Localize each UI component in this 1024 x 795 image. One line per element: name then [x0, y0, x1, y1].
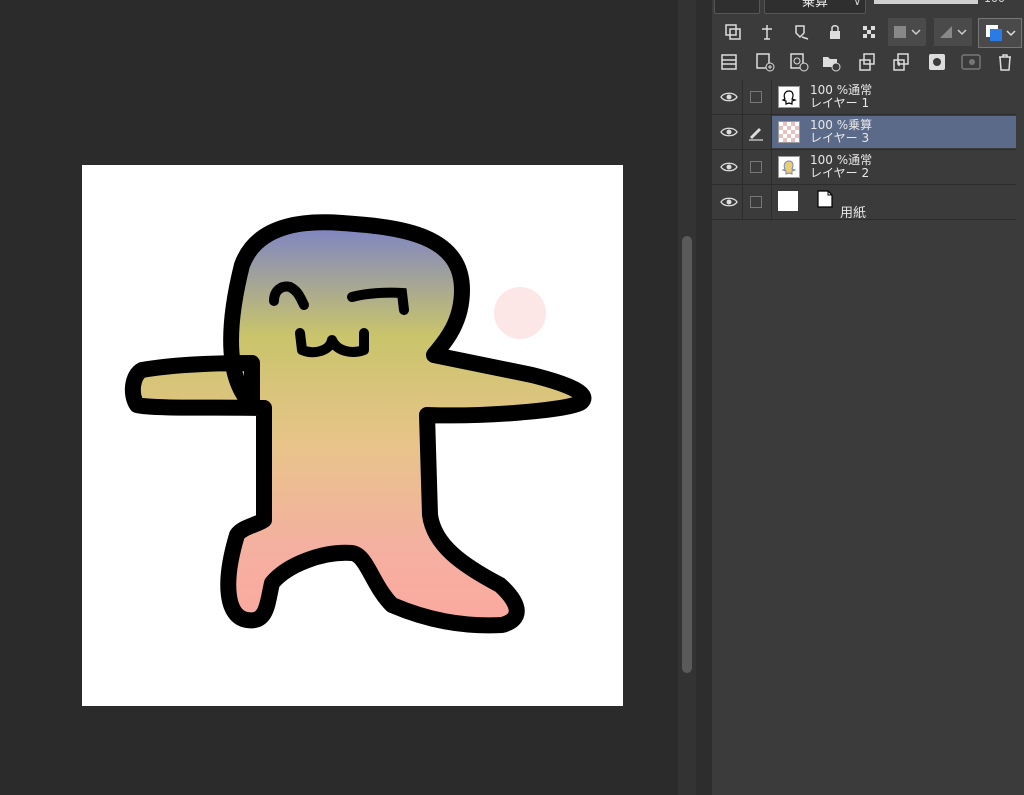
layer-blend: 乗算	[848, 118, 873, 132]
new-raster-layer-icon[interactable]	[750, 48, 780, 76]
layer-checkbox[interactable]	[750, 161, 762, 173]
layer-name: レイヤー 2	[810, 166, 870, 180]
opacity-slider[interactable]	[874, 0, 978, 4]
layer-opacity: 100 %	[810, 118, 849, 132]
layer-thumbnail	[778, 156, 800, 178]
opacity-value[interactable]: 100	[984, 0, 1005, 5]
layer-thumbnail	[778, 191, 798, 211]
layer-info[interactable]: 100 %通常 レイヤー 2	[772, 151, 1016, 183]
layer-checkbox[interactable]	[750, 196, 762, 208]
layer-row[interactable]: 100 %乗算 レイヤー 3	[712, 115, 1016, 150]
draft-layer-icon[interactable]	[786, 18, 816, 46]
layer-opacity-blend: 100 %通常	[810, 153, 872, 167]
layer-thumbnail	[778, 86, 800, 108]
divider	[742, 185, 743, 219]
layer-opacity-blend: 100 %通常	[810, 83, 872, 97]
lock-icon[interactable]	[820, 18, 850, 46]
layer-thumbnail	[778, 121, 800, 143]
layer-toolbar-1	[712, 18, 1024, 48]
divider	[742, 115, 743, 149]
transfer-down-icon[interactable]	[852, 48, 882, 76]
eye-icon[interactable]	[716, 115, 742, 149]
drawing-canvas[interactable]	[82, 165, 623, 706]
layer-row[interactable]: 100 %通常 レイヤー 2	[712, 150, 1016, 185]
layer-row[interactable]: 100 %通常 レイヤー 1	[712, 80, 1016, 115]
eye-icon[interactable]	[716, 185, 742, 219]
layer-name: レイヤー 1	[810, 96, 870, 110]
layer-name: レイヤー 3	[810, 131, 870, 145]
layer-toolbar-2	[712, 48, 1024, 76]
layer-opacity-blend: 100 %乗算	[810, 118, 872, 132]
paper-layer-row[interactable]: 用紙	[712, 185, 1016, 221]
delete-layer-icon[interactable]	[990, 48, 1020, 76]
canvas-workspace[interactable]	[0, 0, 678, 795]
blend-mode-dropdown[interactable]: 乗算 ∨	[764, 0, 866, 14]
character-body	[124, 214, 592, 634]
layer-panel: 乗算 ∨ 100 %通常 レイヤー 1 100 %乗算 レイヤー 3 100 %…	[712, 0, 1024, 795]
mask-icon[interactable]	[888, 18, 926, 46]
blend-mode-label: 乗算	[801, 0, 828, 10]
scrollbar-thumb[interactable]	[682, 236, 692, 673]
pen-icon	[746, 122, 766, 142]
lock-transparency-icon[interactable]	[854, 18, 884, 46]
layer-name: 用紙	[840, 206, 867, 221]
apply-mask-icon[interactable]	[956, 48, 986, 76]
paper-icon	[816, 189, 834, 209]
reference-layer-icon[interactable]	[752, 18, 782, 46]
chevron-down-icon: ∨	[853, 0, 861, 8]
new-vector-layer-icon[interactable]	[784, 48, 814, 76]
layer-color-dropdown[interactable]	[714, 0, 760, 14]
layer-mask-icon[interactable]	[922, 48, 952, 76]
panel-divider	[696, 0, 712, 795]
copy-layer-icon[interactable]	[718, 18, 748, 46]
character-drawing	[124, 214, 592, 634]
eye-icon[interactable]	[716, 150, 742, 184]
pink-blob	[494, 287, 546, 339]
layer-blend: 通常	[848, 153, 873, 167]
divider	[742, 150, 743, 184]
ruler-icon[interactable]	[934, 18, 972, 46]
layer-color-icon[interactable]	[978, 18, 1022, 48]
layer-checkbox[interactable]	[750, 91, 762, 103]
layer-info[interactable]: 100 %通常 レイヤー 1	[772, 81, 1016, 113]
merge-down-icon[interactable]	[886, 48, 916, 76]
layer-property-icon[interactable]	[714, 48, 744, 76]
layer-blend: 通常	[848, 83, 873, 97]
layer-info[interactable]: 用紙	[772, 186, 1016, 221]
eye-icon[interactable]	[716, 80, 742, 114]
layer-list: 100 %通常 レイヤー 1 100 %乗算 レイヤー 3 100 %通常 レイ…	[712, 80, 1024, 221]
layer-opacity: 100 %	[810, 83, 849, 97]
divider	[742, 80, 743, 114]
layer-opacity: 100 %	[810, 153, 849, 167]
layer-info[interactable]: 100 %乗算 レイヤー 3	[772, 116, 1016, 148]
new-folder-icon[interactable]	[816, 48, 846, 76]
